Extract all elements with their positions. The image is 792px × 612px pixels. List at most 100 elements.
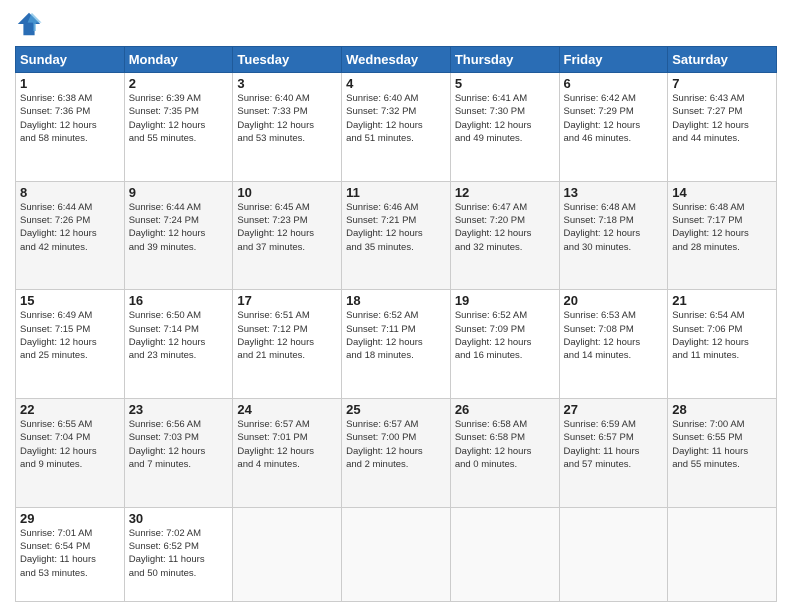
day-number: 13 — [564, 185, 664, 200]
day-number: 6 — [564, 76, 664, 91]
day-info: Sunrise: 7:02 AMSunset: 6:52 PMDaylight:… — [129, 527, 229, 580]
day-cell-13: 13 Sunrise: 6:48 AMSunset: 7:18 PMDaylig… — [559, 181, 668, 290]
day-cell-17: 17 Sunrise: 6:51 AMSunset: 7:12 PMDaylig… — [233, 290, 342, 399]
day-cell-6: 6 Sunrise: 6:42 AMSunset: 7:29 PMDayligh… — [559, 73, 668, 182]
day-number: 8 — [20, 185, 120, 200]
day-info: Sunrise: 6:57 AMSunset: 7:00 PMDaylight:… — [346, 418, 446, 471]
day-cell-3: 3 Sunrise: 6:40 AMSunset: 7:33 PMDayligh… — [233, 73, 342, 182]
day-cell-26: 26 Sunrise: 6:58 AMSunset: 6:58 PMDaylig… — [450, 399, 559, 508]
week-row-4: 22 Sunrise: 6:55 AMSunset: 7:04 PMDaylig… — [16, 399, 777, 508]
day-cell-15: 15 Sunrise: 6:49 AMSunset: 7:15 PMDaylig… — [16, 290, 125, 399]
day-cell-5: 5 Sunrise: 6:41 AMSunset: 7:30 PMDayligh… — [450, 73, 559, 182]
day-number: 5 — [455, 76, 555, 91]
day-number: 29 — [20, 511, 120, 526]
day-cell-9: 9 Sunrise: 6:44 AMSunset: 7:24 PMDayligh… — [124, 181, 233, 290]
day-info: Sunrise: 7:01 AMSunset: 6:54 PMDaylight:… — [20, 527, 120, 580]
day-info: Sunrise: 6:46 AMSunset: 7:21 PMDaylight:… — [346, 201, 446, 254]
logo-icon — [15, 10, 43, 38]
day-number: 28 — [672, 402, 772, 417]
day-info: Sunrise: 6:52 AMSunset: 7:11 PMDaylight:… — [346, 309, 446, 362]
week-row-5: 29 Sunrise: 7:01 AMSunset: 6:54 PMDaylig… — [16, 507, 777, 601]
day-info: Sunrise: 6:48 AMSunset: 7:18 PMDaylight:… — [564, 201, 664, 254]
week-row-2: 8 Sunrise: 6:44 AMSunset: 7:26 PMDayligh… — [16, 181, 777, 290]
day-number: 25 — [346, 402, 446, 417]
day-number: 16 — [129, 293, 229, 308]
day-info: Sunrise: 6:53 AMSunset: 7:08 PMDaylight:… — [564, 309, 664, 362]
day-cell-7: 7 Sunrise: 6:43 AMSunset: 7:27 PMDayligh… — [668, 73, 777, 182]
day-number: 9 — [129, 185, 229, 200]
day-number: 12 — [455, 185, 555, 200]
day-number: 21 — [672, 293, 772, 308]
day-number: 24 — [237, 402, 337, 417]
page: SundayMondayTuesdayWednesdayThursdayFrid… — [0, 0, 792, 612]
day-info: Sunrise: 6:40 AMSunset: 7:33 PMDaylight:… — [237, 92, 337, 145]
day-info: Sunrise: 6:38 AMSunset: 7:36 PMDaylight:… — [20, 92, 120, 145]
weekday-header-wednesday: Wednesday — [342, 47, 451, 73]
weekday-header-saturday: Saturday — [668, 47, 777, 73]
day-cell-27: 27 Sunrise: 6:59 AMSunset: 6:57 PMDaylig… — [559, 399, 668, 508]
day-cell-2: 2 Sunrise: 6:39 AMSunset: 7:35 PMDayligh… — [124, 73, 233, 182]
day-cell-1: 1 Sunrise: 6:38 AMSunset: 7:36 PMDayligh… — [16, 73, 125, 182]
day-cell-10: 10 Sunrise: 6:45 AMSunset: 7:23 PMDaylig… — [233, 181, 342, 290]
day-info: Sunrise: 6:40 AMSunset: 7:32 PMDaylight:… — [346, 92, 446, 145]
day-cell-23: 23 Sunrise: 6:56 AMSunset: 7:03 PMDaylig… — [124, 399, 233, 508]
week-row-1: 1 Sunrise: 6:38 AMSunset: 7:36 PMDayligh… — [16, 73, 777, 182]
day-info: Sunrise: 6:44 AMSunset: 7:26 PMDaylight:… — [20, 201, 120, 254]
day-info: Sunrise: 6:54 AMSunset: 7:06 PMDaylight:… — [672, 309, 772, 362]
day-number: 15 — [20, 293, 120, 308]
day-info: Sunrise: 6:39 AMSunset: 7:35 PMDaylight:… — [129, 92, 229, 145]
day-number: 17 — [237, 293, 337, 308]
day-number: 11 — [346, 185, 446, 200]
day-cell-18: 18 Sunrise: 6:52 AMSunset: 7:11 PMDaylig… — [342, 290, 451, 399]
day-info: Sunrise: 6:59 AMSunset: 6:57 PMDaylight:… — [564, 418, 664, 471]
day-cell-29: 29 Sunrise: 7:01 AMSunset: 6:54 PMDaylig… — [16, 507, 125, 601]
day-info: Sunrise: 6:49 AMSunset: 7:15 PMDaylight:… — [20, 309, 120, 362]
day-number: 7 — [672, 76, 772, 91]
week-row-3: 15 Sunrise: 6:49 AMSunset: 7:15 PMDaylig… — [16, 290, 777, 399]
day-cell-19: 19 Sunrise: 6:52 AMSunset: 7:09 PMDaylig… — [450, 290, 559, 399]
weekday-header-monday: Monday — [124, 47, 233, 73]
calendar: SundayMondayTuesdayWednesdayThursdayFrid… — [15, 46, 777, 602]
day-number: 4 — [346, 76, 446, 91]
day-info: Sunrise: 6:47 AMSunset: 7:20 PMDaylight:… — [455, 201, 555, 254]
day-info: Sunrise: 6:44 AMSunset: 7:24 PMDaylight:… — [129, 201, 229, 254]
logo — [15, 10, 47, 38]
empty-cell — [342, 507, 451, 601]
day-info: Sunrise: 6:58 AMSunset: 6:58 PMDaylight:… — [455, 418, 555, 471]
day-info: Sunrise: 6:52 AMSunset: 7:09 PMDaylight:… — [455, 309, 555, 362]
weekday-header-tuesday: Tuesday — [233, 47, 342, 73]
day-info: Sunrise: 6:55 AMSunset: 7:04 PMDaylight:… — [20, 418, 120, 471]
day-cell-21: 21 Sunrise: 6:54 AMSunset: 7:06 PMDaylig… — [668, 290, 777, 399]
empty-cell — [233, 507, 342, 601]
day-info: Sunrise: 6:42 AMSunset: 7:29 PMDaylight:… — [564, 92, 664, 145]
day-info: Sunrise: 6:56 AMSunset: 7:03 PMDaylight:… — [129, 418, 229, 471]
day-number: 22 — [20, 402, 120, 417]
day-cell-14: 14 Sunrise: 6:48 AMSunset: 7:17 PMDaylig… — [668, 181, 777, 290]
day-info: Sunrise: 6:50 AMSunset: 7:14 PMDaylight:… — [129, 309, 229, 362]
day-info: Sunrise: 7:00 AMSunset: 6:55 PMDaylight:… — [672, 418, 772, 471]
day-number: 30 — [129, 511, 229, 526]
day-number: 3 — [237, 76, 337, 91]
day-cell-24: 24 Sunrise: 6:57 AMSunset: 7:01 PMDaylig… — [233, 399, 342, 508]
day-number: 18 — [346, 293, 446, 308]
day-number: 10 — [237, 185, 337, 200]
day-info: Sunrise: 6:57 AMSunset: 7:01 PMDaylight:… — [237, 418, 337, 471]
day-info: Sunrise: 6:45 AMSunset: 7:23 PMDaylight:… — [237, 201, 337, 254]
day-info: Sunrise: 6:41 AMSunset: 7:30 PMDaylight:… — [455, 92, 555, 145]
day-cell-28: 28 Sunrise: 7:00 AMSunset: 6:55 PMDaylig… — [668, 399, 777, 508]
weekday-header-friday: Friday — [559, 47, 668, 73]
day-number: 20 — [564, 293, 664, 308]
day-cell-22: 22 Sunrise: 6:55 AMSunset: 7:04 PMDaylig… — [16, 399, 125, 508]
day-number: 27 — [564, 402, 664, 417]
empty-cell — [450, 507, 559, 601]
day-number: 26 — [455, 402, 555, 417]
day-cell-4: 4 Sunrise: 6:40 AMSunset: 7:32 PMDayligh… — [342, 73, 451, 182]
day-number: 19 — [455, 293, 555, 308]
day-number: 14 — [672, 185, 772, 200]
empty-cell — [559, 507, 668, 601]
day-cell-25: 25 Sunrise: 6:57 AMSunset: 7:00 PMDaylig… — [342, 399, 451, 508]
empty-cell — [668, 507, 777, 601]
day-info: Sunrise: 6:51 AMSunset: 7:12 PMDaylight:… — [237, 309, 337, 362]
day-number: 2 — [129, 76, 229, 91]
day-number: 23 — [129, 402, 229, 417]
